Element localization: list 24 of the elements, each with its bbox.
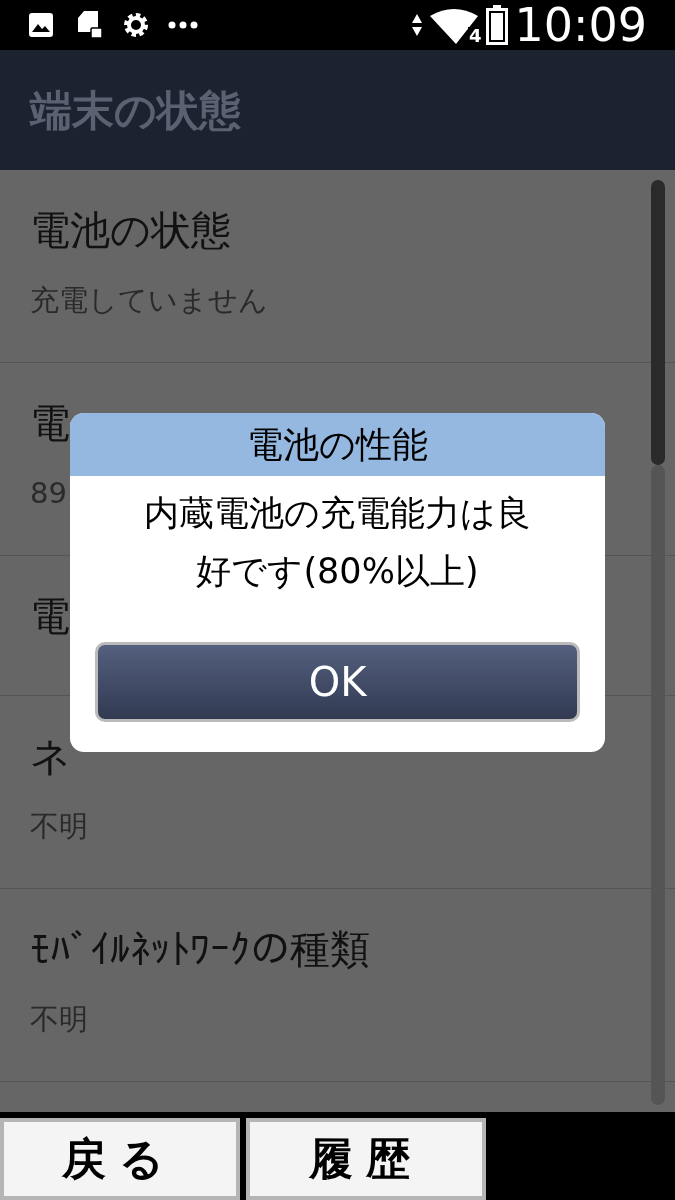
item-value: 89	[30, 475, 67, 512]
item-title: 電	[30, 592, 70, 641]
more-icon	[168, 21, 198, 29]
clock: 10:09	[514, 2, 647, 48]
dialog-message: 内蔵電池の充電能力は良好です(80%以上)	[143, 492, 532, 593]
dialog-title: 電池の性能	[247, 422, 428, 467]
item-title: 電池の状態	[30, 206, 231, 255]
battery-icon	[486, 5, 509, 45]
data-arrows-icon	[412, 14, 423, 36]
wifi-icon	[430, 8, 479, 44]
bottom-button[interactable]: 戻る	[0, 1118, 240, 1200]
bottom-button[interactable]: 履歴	[246, 1118, 486, 1200]
image-icon	[28, 12, 54, 38]
item-title: ﾓﾊﾞｲﾙﾈｯﾄﾜｰｸの種類	[30, 925, 370, 974]
item-value: 充電していません	[30, 282, 268, 319]
sd-card-icon	[76, 10, 104, 40]
ok-button[interactable]: OK	[95, 642, 580, 722]
settings-icon	[122, 11, 150, 39]
item-value: 不明	[30, 808, 88, 845]
network-label: 4	[467, 27, 483, 45]
item-title: ネ	[30, 732, 71, 781]
header-title: 端末の状態	[30, 84, 241, 137]
item-value: 不明	[30, 1001, 88, 1038]
item-title: 電	[30, 399, 70, 448]
